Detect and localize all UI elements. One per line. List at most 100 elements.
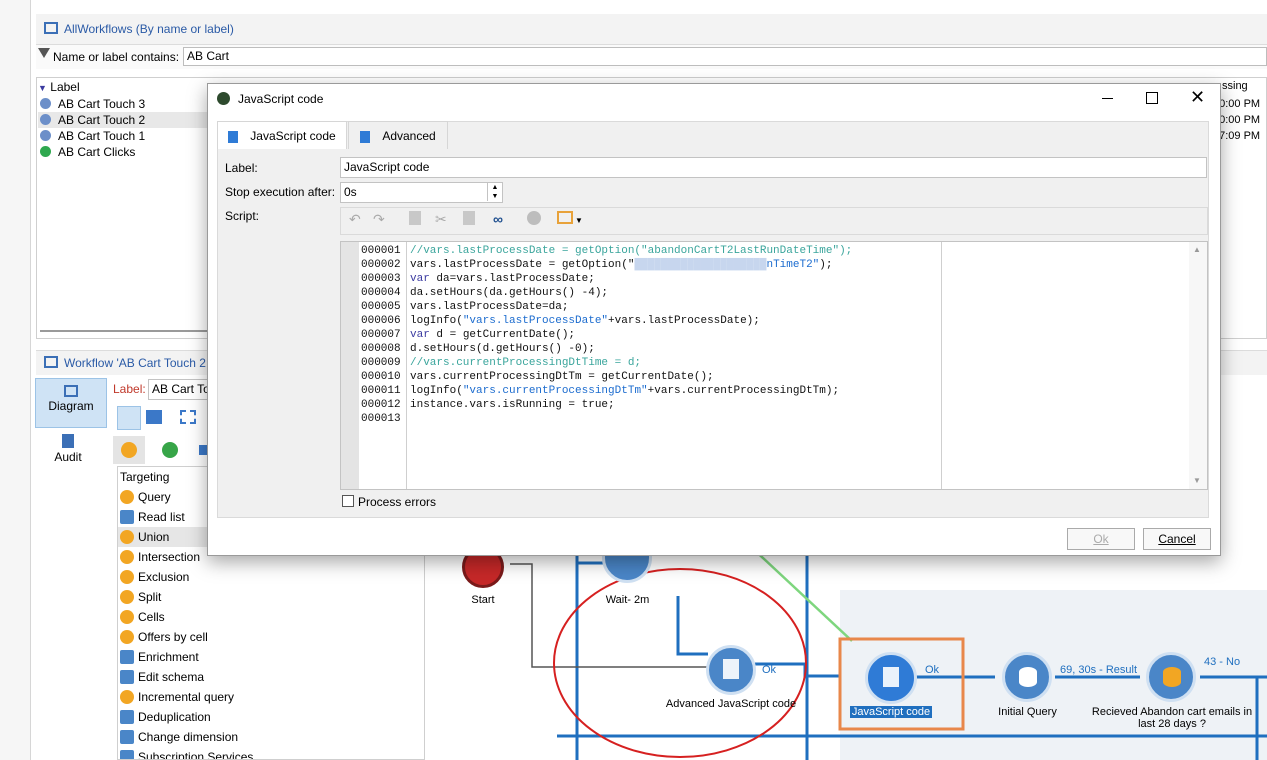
- scroll-up-icon[interactable]: ▲: [1193, 245, 1201, 254]
- left-rail: [0, 0, 31, 760]
- advanced-js-label: Advanced JavaScript code: [665, 698, 797, 710]
- tab-javascript-code[interactable]: JavaScript code: [217, 121, 347, 149]
- workflow-status-icon: [40, 114, 51, 125]
- editor-scrollbar[interactable]: ▲ ▼: [1189, 242, 1207, 489]
- layout-vertical-button[interactable]: [117, 406, 141, 430]
- subscription-icon: [120, 750, 134, 759]
- tab-audit[interactable]: Audit: [33, 432, 103, 468]
- filter-input[interactable]: AB Cart: [183, 47, 1267, 66]
- editor-gutter: [341, 242, 359, 489]
- workflow-editor-title: Workflow 'AB Cart Touch 2: [64, 356, 206, 370]
- palette-item-cells[interactable]: Cells: [118, 607, 424, 627]
- deduplication-icon: [120, 710, 134, 724]
- workflow-status-icon: [40, 98, 51, 109]
- layout-horizontal-button[interactable]: [146, 410, 162, 424]
- workflow-status-icon: [40, 130, 51, 141]
- process-errors-label: Process errors: [358, 495, 437, 509]
- js-code-label: JavaScript code: [850, 706, 932, 718]
- line-numbers: 000001 000002 000003 000004 000005 00000…: [361, 245, 401, 425]
- palette-item-enrichment[interactable]: Enrichment: [118, 647, 424, 667]
- workflow-label-input[interactable]: AB Cart To: [148, 379, 213, 400]
- binoculars-icon[interactable]: ∞: [493, 211, 509, 227]
- check-syntax-icon[interactable]: [527, 211, 541, 225]
- tab-advanced[interactable]: Advanced: [348, 121, 448, 149]
- redo-icon[interactable]: ↷: [373, 211, 389, 227]
- list-item-selected[interactable]: AB Cart Touch 2: [38, 112, 228, 128]
- palette-item-edit-schema[interactable]: Edit schema: [118, 667, 424, 687]
- script-caption: Script:: [225, 209, 260, 223]
- undo-icon[interactable]: ↶: [349, 211, 365, 227]
- palette-item-split[interactable]: Split: [118, 587, 424, 607]
- palette-item-deduplication[interactable]: Deduplication: [118, 707, 424, 727]
- cut-icon[interactable]: ✂: [435, 211, 451, 227]
- advanced-js-node[interactable]: [706, 645, 756, 695]
- palette-item-offers-by-cell[interactable]: Offers by cell: [118, 627, 424, 647]
- maximize-icon[interactable]: [1146, 92, 1158, 104]
- diagram-icon: [64, 385, 78, 397]
- close-icon[interactable]: ✕: [1190, 87, 1205, 108]
- workflow-finished-icon: [40, 146, 51, 157]
- spin-stepper[interactable]: ▲ ▼: [487, 183, 502, 201]
- script-icon: [723, 659, 739, 679]
- ok-transition-label: Ok: [762, 664, 777, 676]
- initial-query-label: Initial Query: [998, 706, 1057, 718]
- read-list-icon: [120, 510, 134, 524]
- exclusion-icon: [120, 570, 134, 584]
- targeting-icon: [121, 442, 137, 458]
- editor-margin: [941, 242, 942, 489]
- no-transition-label: 43 - No: [1204, 656, 1241, 668]
- stop-execution-caption: Stop execution after:: [225, 185, 336, 199]
- intersection-icon: [120, 550, 134, 564]
- start-label: Start: [471, 594, 495, 606]
- dialog-title: JavaScript code: [238, 92, 324, 106]
- enrichment-icon: [120, 650, 134, 664]
- workflow-label-caption: Label:: [113, 382, 146, 396]
- spin-up-icon: ▲: [491, 184, 499, 191]
- received-query-label: Recieved Abandon cart emails in last 28 …: [1091, 706, 1253, 730]
- script-code[interactable]: //vars.lastProcessDate = getOption("aban…: [410, 244, 852, 412]
- palette-item-exclusion[interactable]: Exclusion: [118, 567, 424, 587]
- process-errors-checkbox[interactable]: [342, 495, 354, 507]
- column-header-partial: ssing: [1222, 80, 1248, 92]
- minimize-icon[interactable]: [1102, 98, 1113, 99]
- filter-label: Name or label contains:: [53, 50, 180, 64]
- sort-icon: ▼: [38, 83, 47, 93]
- workflow-list-header: AllWorkflows (By name or label): [36, 14, 1267, 45]
- insert-field-icon[interactable]: [557, 211, 573, 224]
- label-column-header[interactable]: ▼ Label: [38, 80, 80, 94]
- database-icon: [1019, 667, 1037, 687]
- tab-diagram[interactable]: Diagram: [35, 378, 107, 428]
- edit-schema-icon: [120, 670, 134, 684]
- dialog-app-icon: [217, 92, 230, 105]
- ok-button[interactable]: Ok: [1067, 528, 1135, 550]
- actions-tab[interactable]: [199, 445, 207, 455]
- list-item[interactable]: AB Cart Touch 1: [38, 128, 145, 144]
- offers-icon: [120, 630, 134, 644]
- targeting-tab[interactable]: [113, 436, 145, 464]
- advanced-tab-icon: [360, 130, 371, 143]
- copy-icon[interactable]: [409, 211, 421, 225]
- cancel-button[interactable]: Cancel: [1143, 528, 1211, 550]
- result-transition-label: 69, 30s - Result: [1060, 664, 1138, 676]
- fit-view-button[interactable]: [180, 410, 196, 424]
- horizontal-scrollbar[interactable]: [40, 330, 210, 332]
- chevron-down-icon[interactable]: ▼: [575, 216, 591, 232]
- wait-label: Wait- 2m: [605, 594, 650, 606]
- palette-item-change-dimension[interactable]: Change dimension: [118, 727, 424, 747]
- workflow-list-title: AllWorkflows (By name or label): [64, 22, 234, 36]
- palette-item-subscription-services[interactable]: Subscription Services: [118, 747, 424, 759]
- list-item[interactable]: AB Cart Touch 3: [38, 96, 145, 112]
- js-code-node[interactable]: [865, 652, 917, 704]
- list-item[interactable]: AB Cart Clicks: [38, 144, 135, 160]
- change-dimension-icon: [120, 730, 134, 744]
- label-input[interactable]: JavaScript code: [340, 157, 1207, 178]
- scroll-down-icon[interactable]: ▼: [1193, 476, 1201, 485]
- flow-control-tab[interactable]: [162, 442, 178, 458]
- script-toolbar: ↶ ↷ ✂ ∞ ▼: [340, 207, 1208, 235]
- paste-icon[interactable]: [463, 211, 475, 225]
- script-editor[interactable]: 000001 000002 000003 000004 000005 00000…: [340, 241, 1208, 490]
- palette-item-incremental-query[interactable]: Incremental query: [118, 687, 424, 707]
- stop-execution-input[interactable]: 0s: [340, 182, 503, 203]
- received-query-node[interactable]: [1146, 652, 1196, 702]
- initial-query-node[interactable]: [1002, 652, 1052, 702]
